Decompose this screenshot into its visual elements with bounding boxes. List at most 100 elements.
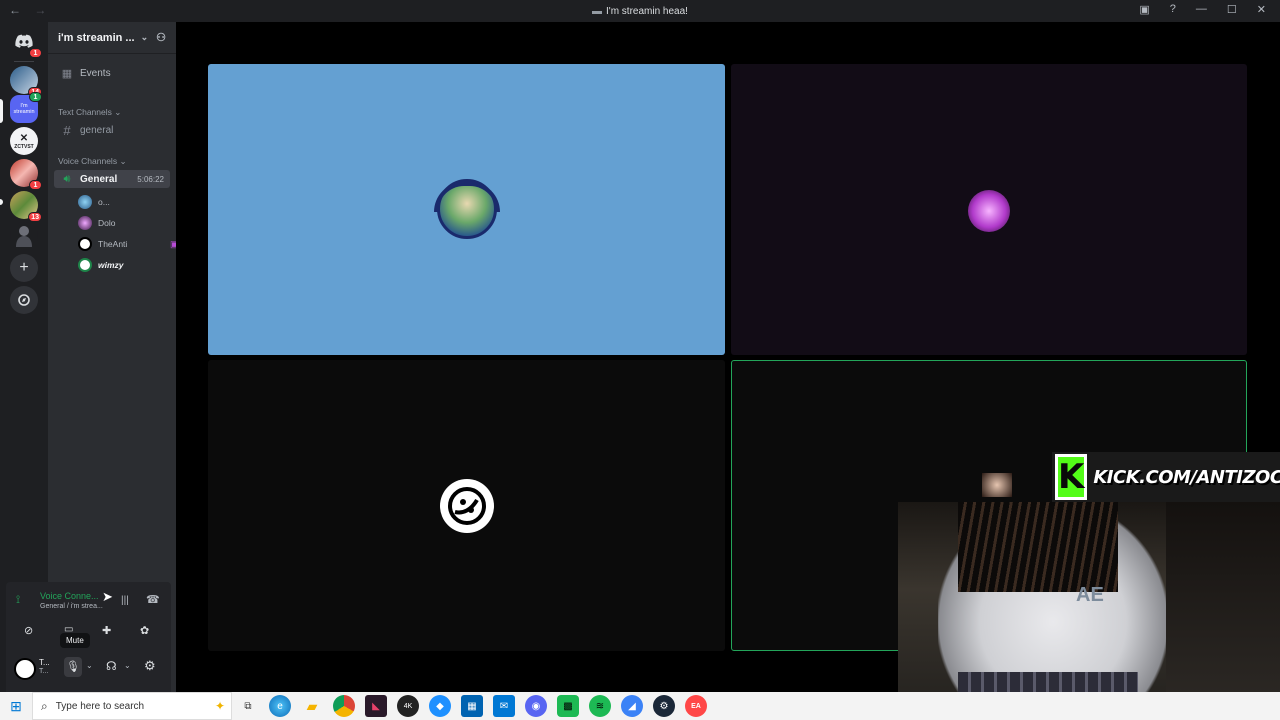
avatar (78, 195, 92, 209)
windows-taskbar: ⊞ ⌕ Type here to search ✦ ⧉ e ▰ ◣ 4K ◆ ▦… (0, 692, 1280, 720)
disconnect-icon[interactable]: ☎ (146, 593, 160, 606)
unread-indicator (0, 199, 3, 205)
noise-suppression-icon[interactable]: ||| (121, 595, 129, 606)
mail-icon[interactable]: ✉ (493, 695, 515, 717)
soundboard-icon[interactable]: ✿ (140, 624, 149, 637)
minimize-icon[interactable]: — (1196, 3, 1207, 16)
voice-user[interactable]: wimzy (78, 257, 124, 273)
app-icon[interactable]: ▩ (557, 695, 579, 717)
avatar[interactable] (14, 658, 36, 680)
task-view-icon[interactable]: ⧉ (237, 695, 259, 717)
gear-icon[interactable]: ⚙ (144, 658, 156, 674)
user-subtext: T... (39, 668, 49, 675)
mute-tooltip: Mute (60, 633, 90, 648)
signal-icon[interactable]: ⟟ (16, 594, 20, 607)
headphones-icon (434, 182, 500, 212)
voice-subtitle[interactable]: General / i'm strea... (40, 603, 103, 610)
server-icon-3[interactable]: ✕ ZCTVST (10, 127, 38, 155)
user-name: TheAnti (98, 239, 128, 249)
voice-channel-general[interactable]: 🔊︎ General 5:06:22 (54, 170, 170, 188)
windows-start-icon[interactable]: ⊞ (5, 695, 27, 717)
server-selected-label: I'm streamin (13, 103, 35, 115)
events-item[interactable]: ▦ Events (54, 64, 170, 82)
kick-url: KICK.COM/ANTIZOC (1093, 466, 1280, 488)
user-name: o... (98, 197, 110, 207)
server-header[interactable]: i'm streamin ... ⌄ ⚇ (48, 22, 176, 54)
invite-people-icon[interactable]: ⚇ (156, 31, 166, 44)
avatar (968, 190, 1010, 232)
server-icon-4[interactable]: 1 (10, 159, 42, 190)
app-icon[interactable]: ◣ (365, 695, 387, 717)
add-server-icon[interactable]: + (10, 254, 38, 282)
channel-general-text[interactable]: # general (54, 121, 170, 139)
user-name: Dolo (98, 218, 116, 228)
help-icon[interactable]: ? (1170, 3, 1176, 16)
spotify-icon[interactable]: ≋ (589, 695, 611, 717)
search-box[interactable]: ⌕ Type here to search ✦ (32, 692, 232, 720)
cursor-icon: ➤ (102, 589, 113, 604)
voice-connection-panel: ⟟ Voice Conne... General / i'm strea... … (6, 582, 171, 692)
avatar (78, 237, 92, 251)
store-icon[interactable]: ▦ (461, 695, 483, 717)
server-icon-selected[interactable]: I'm streamin 1 (10, 92, 42, 123)
events-label: Events (80, 67, 111, 79)
steam-icon[interactable]: ⚙ (653, 695, 675, 717)
file-explorer-icon[interactable]: ▰ (301, 695, 323, 717)
kick-logo-icon: K (1055, 454, 1088, 500)
person-hair (958, 502, 1118, 592)
webcam-overlay: AE (898, 502, 1280, 720)
category-label: Voice Channels (58, 156, 118, 166)
chevron-down-icon: ⌄ (119, 156, 127, 166)
edge-icon[interactable]: e (269, 695, 291, 717)
avatar (982, 473, 1012, 497)
notification-badge: 1 (29, 180, 42, 190)
voice-status[interactable]: Voice Conne... (40, 591, 99, 601)
discord-icon[interactable]: ◉ (525, 695, 547, 717)
window-title: ▬ I'm streamin heaa! (592, 6, 688, 17)
voice-user[interactable]: o... (78, 194, 110, 210)
server-icon-5[interactable]: 13 (10, 191, 42, 222)
voice-timer: 5:06:22 (137, 174, 164, 184)
stream-tile-2[interactable] (731, 64, 1247, 355)
avatar (78, 258, 92, 272)
hashtag-icon: # (63, 122, 71, 138)
discover-icon[interactable] (10, 286, 38, 314)
sparkle-icon: ✦ (214, 699, 225, 713)
stream-tile-1[interactable] (208, 64, 725, 355)
microphone-icon[interactable]: 🎙︎ (64, 657, 82, 677)
search-icon: ⌕ (41, 698, 48, 713)
ea-icon[interactable]: EA (685, 695, 707, 717)
webcam-shadow (1166, 502, 1280, 720)
text-channels-category[interactable]: Text Channels ⌄ (58, 107, 121, 118)
chrome-icon[interactable] (333, 695, 355, 717)
kick-banner: K KICK.COM/ANTIZOC (1052, 452, 1280, 502)
voice-user[interactable]: Dolo (78, 215, 115, 231)
voice-channels-category[interactable]: Voice Channels ⌄ (58, 156, 127, 167)
maximize-icon[interactable]: ☐ (1227, 3, 1237, 16)
avatar (440, 479, 494, 533)
chevron-down-icon[interactable]: ⌄ (86, 661, 93, 670)
app-icon[interactable]: ◢ (621, 695, 643, 717)
calendar-icon: ▦ (61, 67, 73, 80)
discord-home-icon[interactable]: 1 (10, 27, 42, 58)
server-icon-1[interactable]: 14 (10, 66, 42, 97)
activities-icon[interactable]: ✚ (102, 624, 111, 637)
app-icon[interactable]: ◆ (429, 695, 451, 717)
4k-icon[interactable]: 4K (397, 695, 419, 717)
live-badge: 1 (29, 92, 42, 102)
close-icon: ✕ (19, 132, 29, 144)
avatar (78, 216, 92, 230)
stream-tile-3[interactable] (208, 360, 725, 651)
camera-off-icon[interactable]: ⊘ (24, 624, 33, 637)
chevron-down-icon[interactable]: ⌄ (124, 661, 131, 670)
server-icon-6[interactable] (10, 222, 38, 250)
inbox-icon[interactable]: ▣ (1139, 3, 1149, 16)
category-label: Text Channels (58, 107, 112, 117)
server-3-label: ZCTVST (14, 143, 34, 150)
voice-user[interactable]: TheAnti ▣ (78, 236, 179, 252)
channel-label: General (80, 173, 118, 185)
chevron-down-icon: ⌄ (114, 107, 122, 117)
chevron-down-icon: ⌄ (140, 32, 149, 42)
close-icon[interactable]: ✕ (1257, 3, 1266, 16)
headphones-icon[interactable]: ☊ (106, 659, 117, 673)
